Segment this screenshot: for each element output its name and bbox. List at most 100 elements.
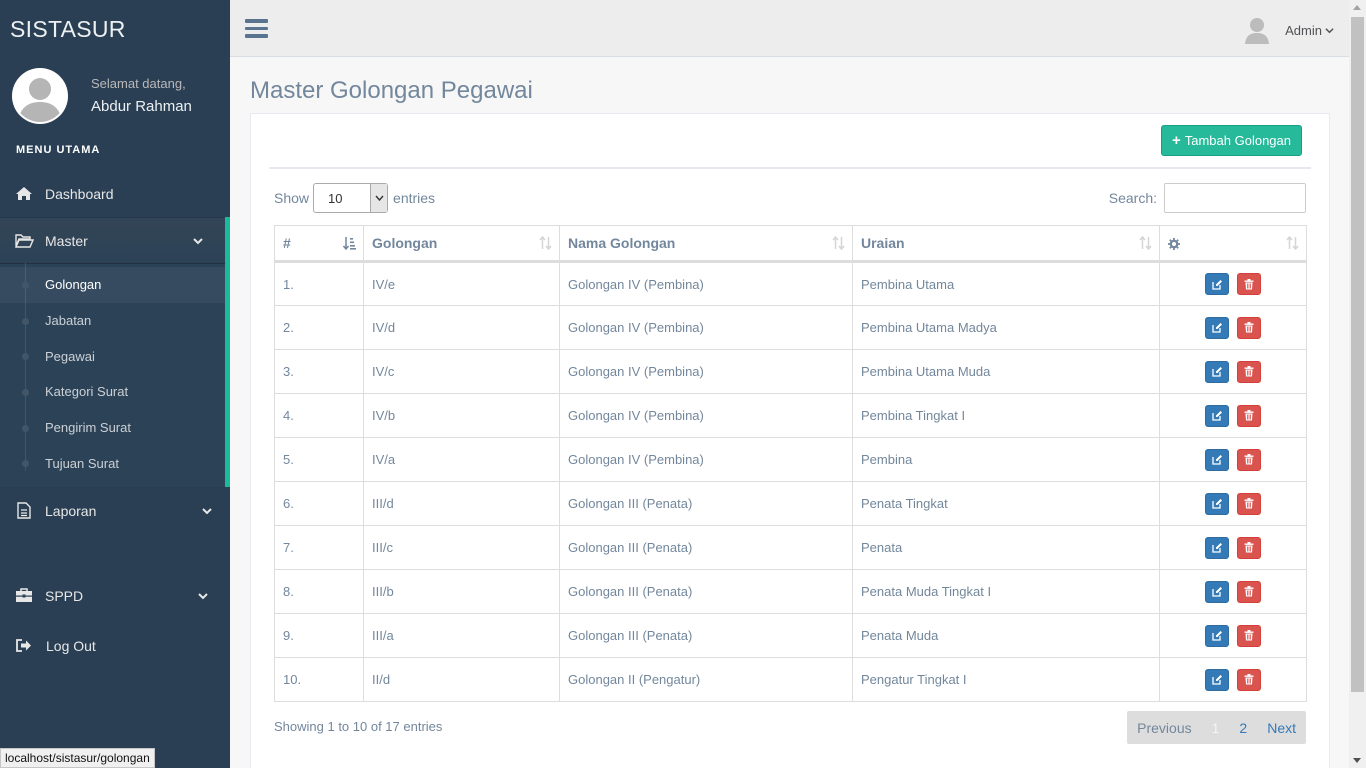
delete-button[interactable] bbox=[1237, 360, 1261, 383]
top-navbar: Admin bbox=[230, 0, 1349, 57]
cell-uraian: Pembina Utama Muda bbox=[852, 349, 1160, 394]
table-row: 5. IV/a Golongan IV (Pembina) Pembina bbox=[274, 437, 1307, 482]
delete-button[interactable] bbox=[1237, 624, 1261, 647]
edit-icon bbox=[1211, 586, 1223, 597]
app-brand[interactable]: SISTASUR bbox=[0, 0, 230, 57]
delete-button[interactable] bbox=[1237, 536, 1261, 559]
user-avatar bbox=[12, 68, 68, 124]
cell-golongan: III/a bbox=[363, 613, 560, 658]
cell-nama-golongan: Golongan IV (Pembina) bbox=[559, 393, 853, 438]
column-header-uraian-label: Uraian bbox=[861, 235, 905, 251]
cell-number: 2. bbox=[274, 305, 364, 350]
sidebar-item-jabatan[interactable]: Jabatan bbox=[0, 303, 225, 339]
column-header-number[interactable]: # bbox=[274, 225, 364, 263]
cell-uraian: Penata Muda Tingkat I bbox=[852, 569, 1160, 614]
sign-out-icon bbox=[14, 637, 34, 655]
edit-button[interactable] bbox=[1205, 668, 1229, 691]
nav-dashboard[interactable]: Dashboard bbox=[0, 170, 230, 217]
nav-sppd[interactable]: SPPD bbox=[0, 572, 230, 619]
cell-number: 8. bbox=[274, 569, 364, 614]
document-icon bbox=[14, 502, 34, 520]
cell-nama-golongan: Golongan IV (Pembina) bbox=[559, 261, 853, 306]
edit-button[interactable] bbox=[1205, 536, 1229, 559]
delete-button[interactable] bbox=[1237, 668, 1261, 691]
trash-icon bbox=[1244, 410, 1254, 421]
cell-number: 5. bbox=[274, 437, 364, 482]
delete-button[interactable] bbox=[1237, 273, 1261, 295]
edit-icon bbox=[1211, 674, 1223, 685]
menu-toggle-icon[interactable] bbox=[245, 19, 268, 39]
nav-logout[interactable]: Log Out bbox=[0, 622, 230, 669]
plus-icon: + bbox=[1171, 132, 1181, 149]
sort-both-icon bbox=[1139, 236, 1152, 250]
trash-icon bbox=[1244, 586, 1254, 597]
scroll-down-arrow-icon[interactable] bbox=[1353, 758, 1361, 763]
user-icon bbox=[1245, 18, 1270, 44]
table-row: 4. IV/b Golongan IV (Pembina) Pembina Tingk… bbox=[274, 393, 1307, 438]
search-input[interactable] bbox=[1164, 183, 1306, 213]
briefcase-icon bbox=[14, 587, 34, 605]
cell-golongan: IV/b bbox=[363, 393, 560, 438]
sidebar-item-pegawai[interactable]: Pegawai bbox=[0, 338, 225, 374]
edit-button[interactable] bbox=[1205, 492, 1229, 515]
pagination: Previous 1 2 Next bbox=[1127, 711, 1306, 744]
cell-actions bbox=[1159, 569, 1307, 614]
edit-button[interactable] bbox=[1205, 316, 1229, 339]
column-header-uraian[interactable]: Uraian bbox=[852, 225, 1160, 263]
edit-button[interactable] bbox=[1205, 580, 1229, 603]
nav-master[interactable]: Master bbox=[0, 217, 225, 263]
nav-master-group: Master Golongan Jabatan Pegawai Kategori… bbox=[0, 217, 230, 488]
sidebar-item-golongan[interactable]: Golongan bbox=[0, 267, 225, 303]
sort-both-icon bbox=[832, 236, 845, 250]
pagination-page-2[interactable]: 2 bbox=[1229, 720, 1257, 736]
sidebar-item-tujuan-surat[interactable]: Tujuan Surat bbox=[0, 445, 225, 481]
delete-button[interactable] bbox=[1237, 448, 1261, 471]
sidebar-item-kategori-surat[interactable]: Kategori Surat bbox=[0, 374, 225, 410]
cell-nama-golongan: Golongan IV (Pembina) bbox=[559, 437, 853, 482]
column-header-golongan[interactable]: Golongan bbox=[363, 225, 560, 263]
page-title: Master Golongan Pegawai bbox=[250, 77, 533, 104]
chevron-down-icon bbox=[193, 237, 203, 244]
delete-button[interactable] bbox=[1237, 580, 1261, 603]
content-panel: + Tambah Golongan Show 10 entries Search… bbox=[250, 113, 1330, 768]
table-row: 8. III/b Golongan III (Penata) Penata Muda … bbox=[274, 569, 1307, 614]
pagination-next[interactable]: Next bbox=[1257, 720, 1306, 736]
edit-icon bbox=[1211, 410, 1223, 421]
page-scrollbar[interactable] bbox=[1349, 0, 1366, 768]
sidebar-item-pengirim-surat[interactable]: Pengirim Surat bbox=[0, 410, 225, 446]
trash-icon bbox=[1244, 322, 1254, 333]
trash-icon bbox=[1244, 674, 1254, 685]
user-menu[interactable]: Admin bbox=[1244, 16, 1334, 44]
trash-icon bbox=[1244, 542, 1254, 553]
sort-both-icon bbox=[1286, 236, 1299, 250]
trash-icon bbox=[1244, 366, 1254, 377]
scrollbar-thumb[interactable] bbox=[1351, 17, 1364, 692]
add-golongan-button[interactable]: + Tambah Golongan bbox=[1160, 125, 1302, 156]
trash-icon bbox=[1244, 278, 1254, 290]
pagination-page-1[interactable]: 1 bbox=[1202, 720, 1230, 736]
scroll-up-arrow-icon[interactable] bbox=[1353, 5, 1361, 10]
edit-button[interactable] bbox=[1205, 360, 1229, 383]
column-header-actions[interactable] bbox=[1159, 225, 1307, 263]
page-length-select[interactable]: 10 bbox=[313, 183, 389, 213]
nav-laporan[interactable]: Laporan bbox=[0, 487, 230, 534]
edit-button[interactable] bbox=[1205, 624, 1229, 647]
column-header-number-label: # bbox=[283, 235, 291, 251]
column-header-nama-golongan[interactable]: Nama Golongan bbox=[559, 225, 853, 263]
delete-button[interactable] bbox=[1237, 492, 1261, 515]
pagination-previous[interactable]: Previous bbox=[1127, 720, 1201, 736]
delete-button[interactable] bbox=[1237, 316, 1261, 339]
edit-button[interactable] bbox=[1205, 404, 1229, 427]
browser-status-url: localhost/sistasur/golongan bbox=[0, 748, 155, 768]
edit-icon bbox=[1211, 454, 1223, 465]
sidebar: SISTASUR Selamat datang, Abdur Rahman ME… bbox=[0, 0, 230, 768]
edit-icon bbox=[1211, 498, 1223, 509]
cell-uraian: Pembina bbox=[852, 437, 1160, 482]
edit-button[interactable] bbox=[1205, 448, 1229, 471]
profile-block: Selamat datang, Abdur Rahman bbox=[0, 57, 230, 133]
table-row: 9. III/a Golongan III (Penata) Penata Muda bbox=[274, 613, 1307, 658]
delete-button[interactable] bbox=[1237, 404, 1261, 427]
trash-icon bbox=[1244, 498, 1254, 509]
edit-button[interactable] bbox=[1205, 273, 1229, 295]
cell-actions bbox=[1159, 305, 1307, 350]
